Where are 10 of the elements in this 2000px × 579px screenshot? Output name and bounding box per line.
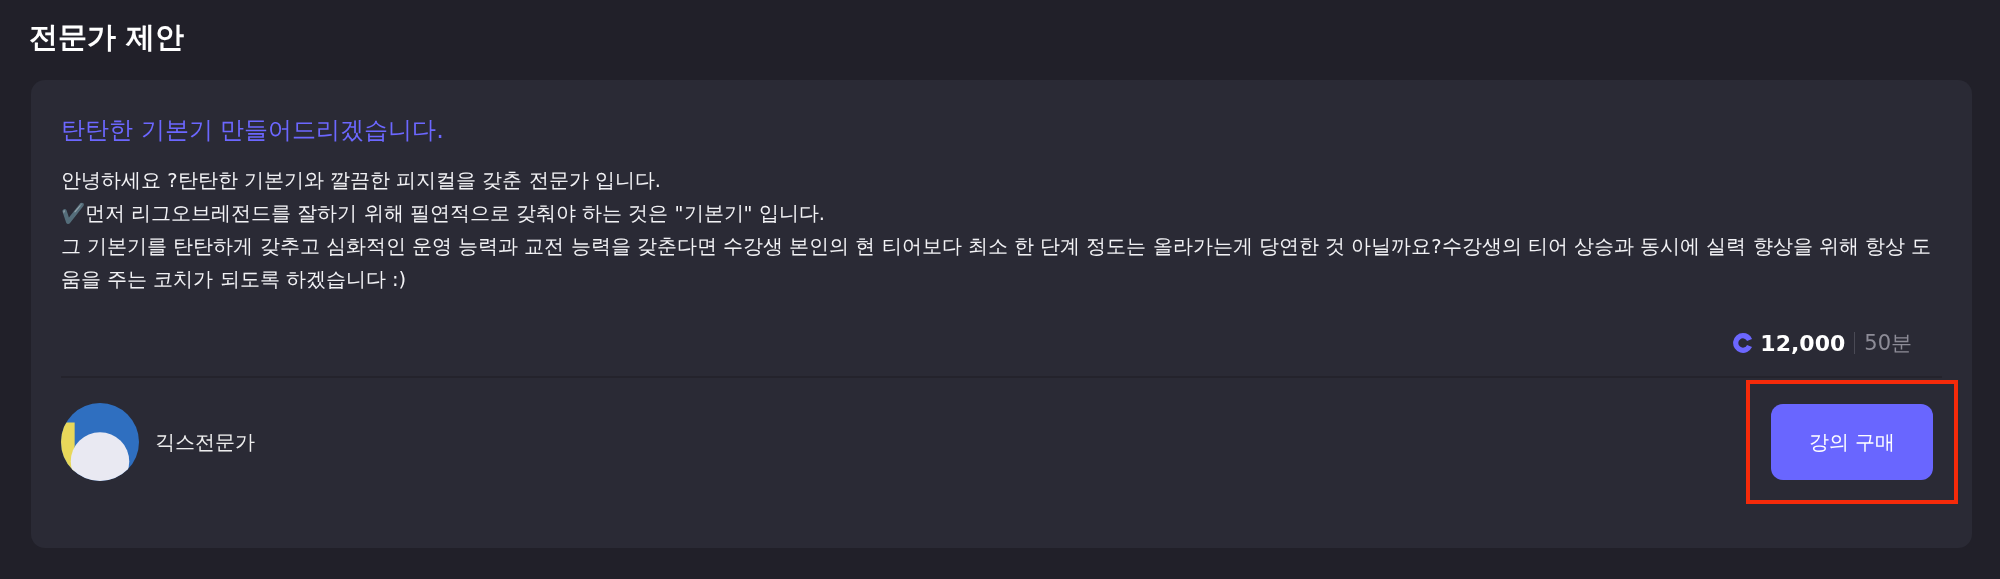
coin-icon [1732, 332, 1755, 354]
section-title: 전문가 제안 [29, 19, 186, 56]
description-text: 안녕하세요 ?탄탄한 기본기와 깔끔한 피지컬을 갖춘 전문가 입니다. [61, 168, 662, 194]
expert-name: 긱스전문가 [155, 428, 255, 456]
offer-headline: 탄탄한 기본기 만들어드리겠습니다. [61, 115, 445, 146]
purchase-button[interactable]: 강의 구매 [1771, 404, 1933, 480]
price-text: 12,000 [1760, 330, 1846, 356]
description-text: 그 기본기를 탄탄하게 갖추고 심화적인 운영 능력과 교전 능력을 갖춘다면 수강생 본인의 현 티어보다 최소 한 단계 정도는 올라가는게 당연한 것 아닐까요?수강생의 티어 상승과 동시에 실력 향상을 위해 항상 도움을 주는 코치가 되도록 하겠습니다 :) [61, 234, 1933, 293]
description-text: ✔먼저 리그오브레전드를 잘하기 위해 필연적으로 갖춰야 하는 것은 "기본기" 입니다. [61, 201, 826, 227]
duration-text: 50분 [1864, 330, 1912, 357]
